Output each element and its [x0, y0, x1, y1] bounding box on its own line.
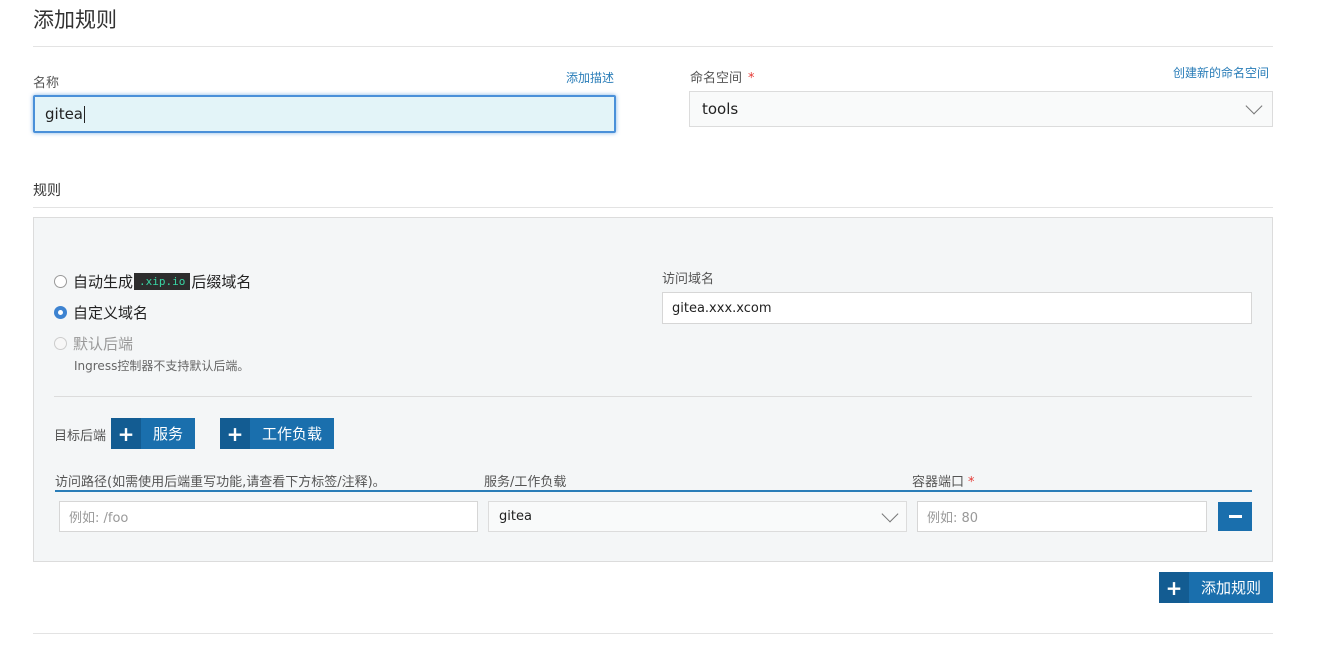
port-column-header: 容器端口 *	[912, 471, 975, 490]
radio-disabled-icon	[54, 337, 67, 350]
rule-inner-divider	[54, 396, 1252, 397]
namespace-required-mark: *	[748, 71, 755, 86]
title-divider	[33, 46, 1273, 47]
name-label: 名称	[33, 76, 60, 91]
service-column-header: 服务/工作负载	[484, 475, 567, 490]
chevron-down-icon	[1245, 97, 1263, 115]
radio-selected-icon	[54, 306, 67, 319]
minus-icon	[1228, 515, 1242, 518]
add-rule-label: 添加规则	[1201, 579, 1262, 597]
plus-icon: +	[1159, 572, 1189, 603]
radio-default-backend: 默认后端	[54, 333, 133, 354]
port-placeholder: 例如: 80	[927, 511, 979, 526]
port-required-mark: *	[968, 475, 975, 490]
path-input[interactable]: 例如: /foo	[59, 501, 478, 532]
add-service-label: 服务	[153, 425, 184, 443]
service-select[interactable]: gitea	[488, 501, 907, 532]
radio-default-label: 默认后端	[73, 335, 134, 353]
add-workload-button[interactable]: + 工作负载	[220, 418, 335, 449]
hostname-input[interactable]: gitea.xxx.xcom	[662, 292, 1252, 324]
namespace-select[interactable]: tools	[689, 91, 1273, 127]
target-backend-label: 目标后端	[54, 429, 107, 444]
radio-auto-prefix: 自动生成	[73, 273, 134, 291]
page-title: 添加规则	[33, 8, 117, 32]
port-input[interactable]: 例如: 80	[917, 501, 1207, 532]
remove-row-button[interactable]	[1218, 502, 1252, 531]
namespace-label-text: 命名空间	[690, 71, 743, 86]
add-rule-button[interactable]: + 添加规则	[1159, 572, 1274, 603]
radio-auto-suffix: 后缀域名	[191, 273, 252, 291]
rules-divider	[33, 207, 1273, 208]
plus-icon: +	[220, 418, 250, 449]
name-input-value: gitea	[45, 105, 83, 123]
add-workload-label: 工作负载	[262, 425, 323, 443]
text-caret	[84, 105, 85, 123]
hostname-label: 访问域名	[662, 272, 715, 287]
path-column-header: 访问路径(如需使用后端重写功能,请查看下方标签/注释)。	[55, 475, 386, 490]
service-select-value: gitea	[499, 509, 532, 524]
create-namespace-link[interactable]: 创建新的命名空间	[1173, 64, 1269, 81]
radio-button-icon	[54, 275, 67, 288]
radio-custom-domain[interactable]: 自定义域名	[54, 302, 148, 323]
rules-section-title: 规则	[33, 183, 61, 199]
radio-custom-label: 自定义域名	[73, 304, 149, 322]
table-header-underline	[55, 490, 1252, 492]
name-input[interactable]: gitea	[33, 95, 616, 133]
default-backend-note: Ingress控制器不支持默认后端。	[74, 359, 250, 373]
xip-code-badge: .xip.io	[134, 273, 191, 290]
bottom-divider	[33, 633, 1273, 634]
namespace-label: 命名空间 *	[690, 67, 755, 86]
plus-icon: +	[111, 418, 141, 449]
add-description-link[interactable]: 添加描述	[566, 69, 614, 86]
port-header-text: 容器端口	[912, 475, 965, 490]
radio-auto-xip[interactable]: 自动生成 .xip.io 后缀域名	[54, 271, 251, 292]
hostname-value: gitea.xxx.xcom	[672, 300, 772, 316]
namespace-select-value: tools	[702, 100, 739, 118]
add-service-button[interactable]: + 服务	[111, 418, 196, 449]
chevron-down-icon	[881, 505, 899, 522]
path-placeholder: 例如: /foo	[69, 511, 129, 526]
